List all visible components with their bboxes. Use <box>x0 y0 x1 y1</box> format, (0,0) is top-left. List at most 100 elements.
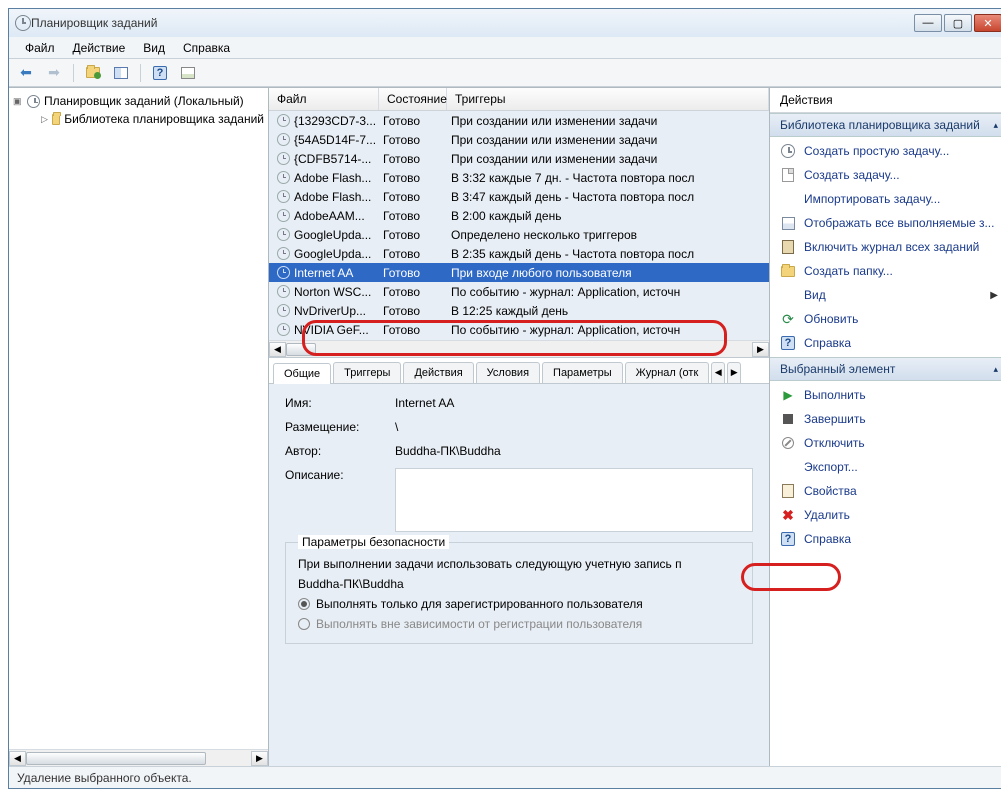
up-folder-button[interactable] <box>82 62 104 84</box>
scroll-right-button[interactable]: ▶ <box>251 751 268 766</box>
action-label: Импортировать задачу... <box>804 192 940 206</box>
list-hscroll[interactable]: ◀ ▶ <box>269 340 769 357</box>
action-выполнить[interactable]: ▶Выполнить <box>770 383 1001 407</box>
description-box <box>395 468 753 532</box>
col-triggers[interactable]: Триггеры <box>447 88 769 110</box>
actions-section-library-label: Библиотека планировщика заданий <box>780 118 980 132</box>
tree-pane: ▣ Планировщик заданий (Локальный) ▷ Библ… <box>9 88 269 766</box>
tree-hscroll[interactable]: ◀ ▶ <box>9 749 268 766</box>
panel-toggle-button[interactable] <box>110 62 132 84</box>
panel-icon <box>114 67 128 79</box>
col-state[interactable]: Состояние <box>379 88 447 110</box>
task-name: GoogleUpda... <box>294 228 371 242</box>
details-toggle-button[interactable] <box>177 62 199 84</box>
clock-icon <box>277 304 290 317</box>
col-file[interactable]: Файл <box>269 88 379 110</box>
value-name: Internet AA <box>395 396 753 410</box>
scroll-left-button[interactable]: ◀ <box>9 751 26 766</box>
tab-actions[interactable]: Действия <box>403 362 473 383</box>
folder-up-icon <box>86 67 100 78</box>
label-description: Описание: <box>285 468 395 532</box>
task-row[interactable]: {54A5D14F-7...ГотовоПри создании или изм… <box>269 130 769 149</box>
expand-icon[interactable]: ▷ <box>41 114 48 125</box>
action-завершить[interactable]: Завершить <box>770 407 1001 431</box>
task-row[interactable]: Internet AAГотовоПри входе любого пользо… <box>269 263 769 282</box>
radio-logged-on[interactable]: Выполнять только для зарегистрированного… <box>298 597 740 611</box>
task-row[interactable]: {13293CD7-3...ГотовоПри создании или изм… <box>269 111 769 130</box>
delete-icon: ✖ <box>780 507 796 523</box>
collapse-icon[interactable]: ▣ <box>13 96 23 107</box>
action-удалить[interactable]: ✖ Удалить <box>770 503 1001 527</box>
task-row[interactable]: GoogleUpda...ГотовоВ 2:35 каждый день - … <box>269 244 769 263</box>
action-создать-папку-[interactable]: Создать папку... <box>770 259 1001 283</box>
task-name: NvDriverUp... <box>294 304 366 318</box>
task-row[interactable]: NvDriverUp...ГотовоВ 12:25 каждый день <box>269 301 769 320</box>
task-name: Adobe Flash... <box>294 190 371 204</box>
clock-icon <box>277 171 290 184</box>
minimize-button[interactable]: — <box>914 14 942 32</box>
action-свойства[interactable]: Свойства <box>770 479 1001 503</box>
back-button[interactable]: ⬅ <box>15 62 37 84</box>
actions-section-library[interactable]: Библиотека планировщика заданий ▴ <box>770 113 1001 137</box>
action-обновить[interactable]: ⟳Обновить <box>770 307 1001 331</box>
toolbar: ⬅ ➡ ? <box>9 59 1001 87</box>
radio-any-time[interactable]: Выполнять вне зависимости от регистрации… <box>298 617 740 631</box>
none-icon <box>780 191 796 207</box>
close-button[interactable]: ✕ <box>974 14 1001 32</box>
task-row[interactable]: GoogleUpda...ГотовоОпределено несколько … <box>269 225 769 244</box>
menu-action[interactable]: Действие <box>65 39 134 57</box>
scroll-right-button[interactable]: ▶ <box>752 342 769 357</box>
tree-library[interactable]: ▷ Библиотека планировщика заданий <box>13 110 264 128</box>
tab-general[interactable]: Общие <box>273 363 331 384</box>
tab-triggers[interactable]: Триггеры <box>333 362 401 383</box>
grid-icon <box>780 215 796 231</box>
tab-scroll-left[interactable]: ◀ <box>711 362 725 383</box>
task-state: Готово <box>379 266 447 280</box>
action-экспорт-[interactable]: Экспорт... <box>770 455 1001 479</box>
menu-file[interactable]: Файл <box>17 39 63 57</box>
security-account-value: Buddha-ПК\Buddha <box>298 577 740 591</box>
action-создать-задачу-[interactable]: Создать задачу... <box>770 163 1001 187</box>
action-справка[interactable]: ?Справка <box>770 331 1001 355</box>
task-row[interactable]: NVIDIA GeF...ГотовоПо событию - журнал: … <box>269 320 769 339</box>
disable-icon <box>780 435 796 451</box>
sheet-new-icon <box>780 167 796 183</box>
menu-view[interactable]: Вид <box>135 39 173 57</box>
tab-conditions[interactable]: Условия <box>476 362 540 383</box>
maximize-button[interactable]: ▢ <box>944 14 972 32</box>
action-создать-простую-задачу-[interactable]: Создать простую задачу... <box>770 139 1001 163</box>
tab-history[interactable]: Журнал (отк <box>625 362 710 383</box>
tree-root[interactable]: ▣ Планировщик заданий (Локальный) <box>13 92 264 110</box>
forward-button[interactable]: ➡ <box>43 62 65 84</box>
action-label: Завершить <box>804 412 866 426</box>
scroll-thumb[interactable] <box>286 343 316 356</box>
action-label: Удалить <box>804 508 850 522</box>
task-name: Norton WSC... <box>294 285 371 299</box>
scroll-thumb[interactable] <box>26 752 206 765</box>
tab-scroll-right[interactable]: ▶ <box>727 362 741 383</box>
action-импортировать-задачу-[interactable]: Импортировать задачу... <box>770 187 1001 211</box>
task-row[interactable]: Adobe Flash...ГотовоВ 3:47 каждый день -… <box>269 187 769 206</box>
task-row[interactable]: AdobeAAM...ГотовоВ 2:00 каждый день <box>269 206 769 225</box>
actions-section-selected[interactable]: Выбранный элемент ▴ <box>770 357 1001 381</box>
action-включить-журнал-всех-заданий[interactable]: Включить журнал всех заданий <box>770 235 1001 259</box>
task-name: {13293CD7-3... <box>294 114 376 128</box>
task-row[interactable]: Norton WSC...ГотовоПо событию - журнал: … <box>269 282 769 301</box>
action-справка[interactable]: ?Справка <box>770 527 1001 551</box>
none-icon <box>780 287 796 303</box>
tab-settings[interactable]: Параметры <box>542 362 623 383</box>
book-icon <box>780 239 796 255</box>
action-отображать-все-выполняемые-з-[interactable]: Отображать все выполняемые з... <box>770 211 1001 235</box>
task-row[interactable]: Adobe Flash...ГотовоВ 3:32 каждые 7 дн. … <box>269 168 769 187</box>
scroll-left-button[interactable]: ◀ <box>269 342 286 357</box>
action-отключить[interactable]: Отключить <box>770 431 1001 455</box>
menu-help[interactable]: Справка <box>175 39 238 57</box>
task-row[interactable]: {CDFB5714-...ГотовоПри создании или изме… <box>269 149 769 168</box>
task-state: Готово <box>379 228 447 242</box>
action-вид[interactable]: Вид▶ <box>770 283 1001 307</box>
collapse-icon: ▴ <box>993 364 998 375</box>
help-button[interactable]: ? <box>149 62 171 84</box>
clock-icon <box>277 152 290 165</box>
task-state: Готово <box>379 171 447 185</box>
arrow-right-icon: ➡ <box>48 64 60 81</box>
